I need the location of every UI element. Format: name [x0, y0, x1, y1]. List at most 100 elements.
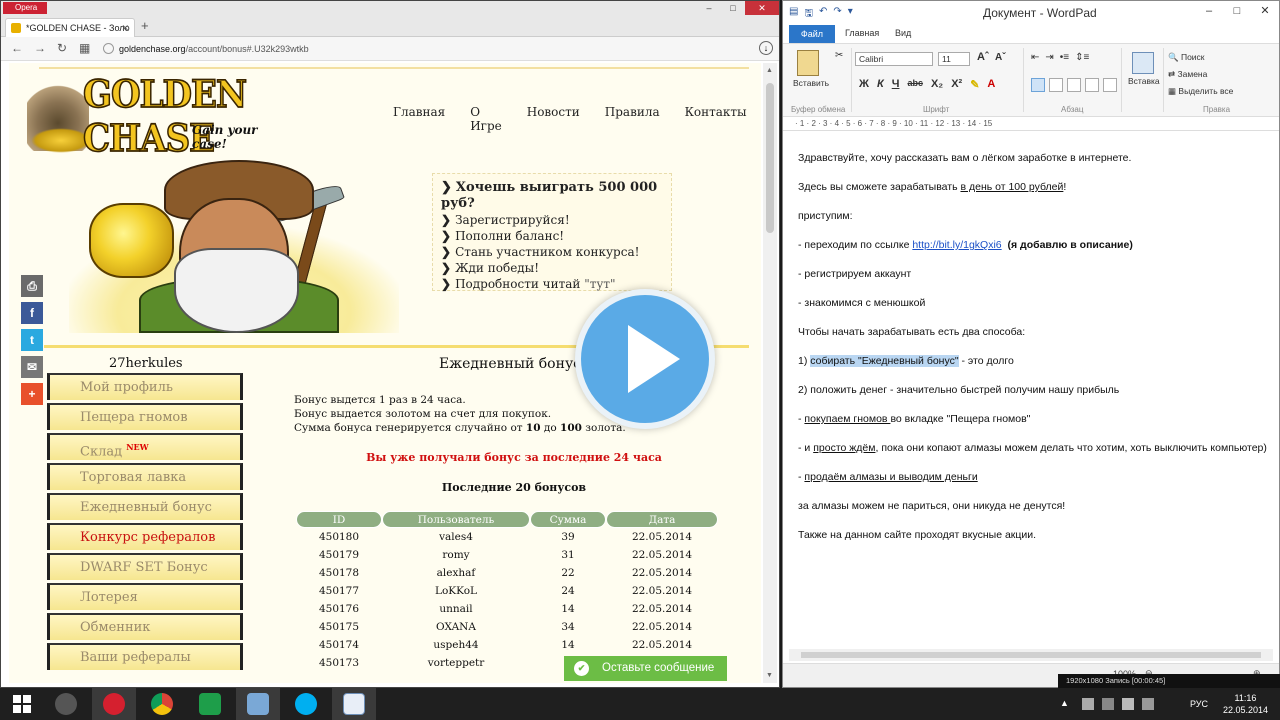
align-center-icon[interactable] [1049, 78, 1063, 92]
minimize-button[interactable]: – [1195, 1, 1223, 21]
opera-menu-button[interactable]: Opera [3, 2, 47, 14]
taskbar-steam[interactable] [44, 688, 88, 720]
leave-message-button[interactable]: ✔ Оставьте сообщение [564, 656, 727, 681]
print-icon[interactable]: ⎙ [21, 275, 43, 297]
nav-news[interactable]: Новости [527, 105, 580, 133]
keyboard-icon[interactable] [1142, 698, 1154, 710]
close-button[interactable]: ✕ [745, 1, 779, 15]
menu-item-storage[interactable]: Склад NEW [47, 433, 243, 460]
nav-home[interactable]: Главная [393, 105, 445, 133]
minimize-button[interactable]: – [697, 1, 721, 15]
insert-button[interactable]: Вставка [1128, 52, 1160, 86]
plus-icon[interactable]: + [21, 383, 43, 405]
video-play-button[interactable] [575, 289, 715, 429]
flag-icon[interactable] [1102, 698, 1114, 710]
close-button[interactable]: ✕ [1251, 1, 1279, 21]
tab-file[interactable]: Файл [789, 25, 835, 43]
close-tab-icon[interactable]: ✕ [121, 19, 129, 37]
download-icon[interactable]: ↓ [759, 41, 773, 55]
nav-contacts[interactable]: Контакты [685, 105, 747, 133]
highlight-icon[interactable]: ✎ [970, 78, 979, 91]
doc-link[interactable]: http://bit.ly/1gkQxi6 [912, 239, 1001, 251]
taskbar-opera[interactable] [92, 688, 136, 720]
menu-item-lottery[interactable]: Лотерея [47, 583, 243, 610]
taskbar-screen-recorder[interactable] [236, 688, 280, 720]
page-scrollbar[interactable]: ▲ ▼ [763, 63, 777, 683]
menu-item-cave[interactable]: Пещера гномов [47, 403, 243, 430]
menu-item-daily-bonus[interactable]: Ежедневный бонус [47, 493, 243, 520]
promo-details-link[interactable]: "тут" [584, 277, 615, 291]
taskbar-store[interactable] [188, 688, 232, 720]
nav-rules[interactable]: Правила [605, 105, 660, 133]
font-family-select[interactable]: Calibri [855, 52, 933, 66]
bullets-icon[interactable]: •≡ [1060, 52, 1069, 63]
find-button[interactable]: 🔍 Поиск [1168, 49, 1233, 66]
save-icon[interactable]: 🖫 [804, 6, 813, 23]
maximize-button[interactable]: □ [721, 1, 745, 15]
reload-icon[interactable]: ↻ [57, 41, 67, 55]
subscript-icon[interactable]: X₂ [931, 78, 943, 91]
customize-qat-icon[interactable]: ▾ [848, 6, 853, 23]
tab-home[interactable]: Главная [845, 28, 879, 38]
start-button[interactable] [0, 688, 44, 720]
increase-indent-icon[interactable]: ⇥ [1045, 52, 1053, 63]
font-color-icon[interactable]: A [987, 78, 995, 91]
volume-icon[interactable] [1122, 698, 1134, 710]
wordpad-app-icon[interactable]: ▤ [789, 6, 798, 23]
strikethrough-icon[interactable]: abc [907, 78, 923, 91]
chat-label: Оставьте сообщение [602, 662, 715, 674]
decrease-indent-icon[interactable]: ⇤ [1031, 52, 1039, 63]
document-area[interactable]: Здравствуйте, хочу рассказать вам о лёгк… [783, 147, 1279, 647]
cell-user: vales4 [439, 531, 473, 543]
menu-item-dwarf-set[interactable]: DWARF SET Бонус [47, 553, 243, 580]
justify-icon[interactable] [1085, 78, 1099, 92]
line-spacing-icon[interactable]: ⇕≡ [1075, 52, 1089, 63]
italic-icon[interactable]: К [877, 78, 884, 91]
select-all-button[interactable]: ▦ Выделить все [1168, 83, 1233, 100]
network-icon[interactable] [1082, 698, 1094, 710]
taskbar-skype[interactable] [284, 688, 328, 720]
nav-about[interactable]: О Игре [470, 105, 502, 133]
menu-item-referral-contest[interactable]: Конкурс рефералов [47, 523, 243, 550]
new-tab-button[interactable]: + [141, 19, 149, 33]
forward-icon[interactable]: → [34, 41, 46, 55]
taskbar-chrome[interactable] [140, 688, 184, 720]
align-left-icon[interactable] [1031, 78, 1045, 92]
site-info-icon[interactable] [103, 43, 114, 54]
show-hidden-icons[interactable]: ▲ [1060, 698, 1072, 710]
site-logo[interactable]: GOLDEN CHASE Gain your case! [27, 72, 272, 162]
align-right-icon[interactable] [1067, 78, 1081, 92]
facebook-icon[interactable]: f [21, 302, 43, 324]
url-field[interactable]: goldenchase.org/account/bonus#.U32k293wt… [101, 41, 751, 57]
bold-icon[interactable]: Ж [859, 78, 869, 91]
undo-icon[interactable]: ↶ [819, 6, 827, 23]
browser-tab[interactable]: *GOLDEN CHASE - Золо ✕ [5, 18, 135, 37]
tab-view[interactable]: Вид [895, 28, 911, 38]
underline-icon[interactable]: Ч [892, 78, 900, 91]
ruler[interactable]: · 1 · 2 · 3 · 4 · 5 · 6 · 7 · 8 · 9 · 10… [783, 117, 1279, 131]
menu-item-exchange[interactable]: Обменник [47, 613, 243, 640]
cut-icon[interactable]: ✂ [835, 50, 843, 61]
maximize-button[interactable]: □ [1223, 1, 1251, 21]
font-size-select[interactable]: 11 [938, 52, 970, 66]
twitter-icon[interactable]: t [21, 329, 43, 351]
redo-icon[interactable]: ↷ [833, 6, 841, 23]
mail-icon[interactable]: ✉ [21, 356, 43, 378]
shrink-font-icon[interactable]: Aˇ [995, 52, 1006, 63]
doc-paragraph: за алмазы можем не париться, они никуда … [798, 500, 1066, 512]
paste-button[interactable]: Вставить [793, 50, 829, 88]
menu-item-referrals[interactable]: Ваши рефералы [47, 643, 243, 670]
paragraph-icon[interactable] [1103, 78, 1117, 92]
back-icon[interactable]: ← [11, 41, 23, 55]
menu-item-shop[interactable]: Торговая лавка [47, 463, 243, 490]
taskbar-wordpad[interactable] [332, 688, 376, 720]
site-nav: Главная О Игре Новости Правила Контакты [393, 105, 761, 133]
superscript-icon[interactable]: X² [951, 78, 962, 91]
replace-button[interactable]: ⇄ Замена [1168, 66, 1233, 83]
grow-font-icon[interactable]: Aˆ [977, 51, 989, 63]
speed-dial-icon[interactable]: ▦ [79, 41, 90, 55]
clock[interactable]: 11:16 22.05.2014 [1223, 692, 1268, 716]
menu-item-profile[interactable]: Мой профиль [47, 373, 243, 400]
horizontal-scrollbar[interactable] [789, 649, 1273, 661]
input-language[interactable]: РУС [1190, 699, 1208, 709]
